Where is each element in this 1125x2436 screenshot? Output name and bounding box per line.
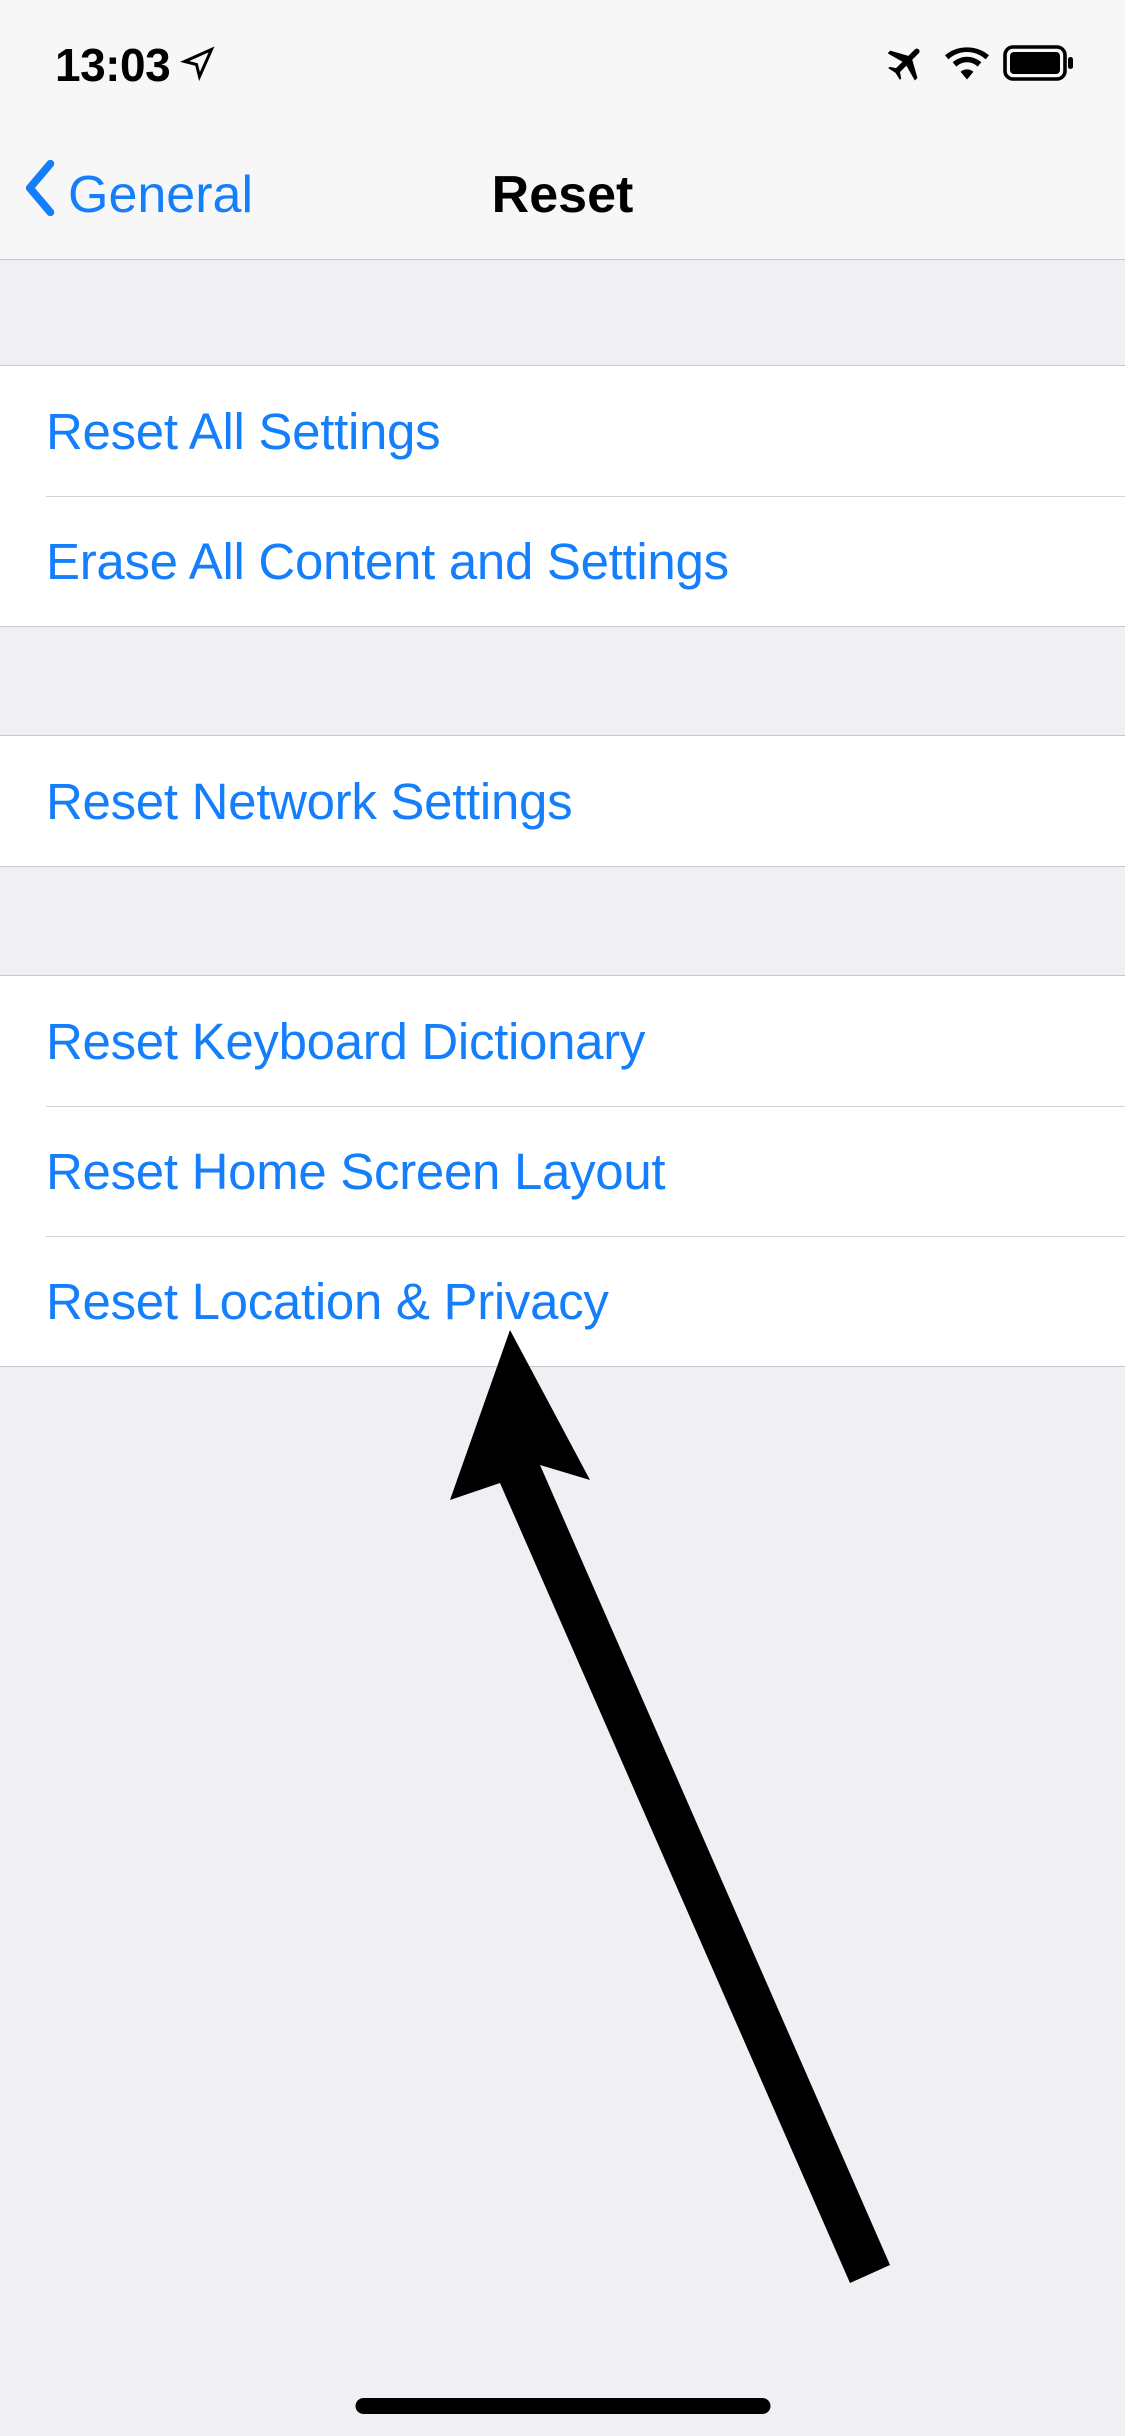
status-right — [887, 41, 1075, 90]
erase-all-content-and-settings-cell[interactable]: Erase All Content and Settings — [0, 496, 1125, 626]
status-time: 13:03 — [55, 38, 170, 92]
nav-bar: General Reset — [0, 130, 1125, 260]
group-spacer — [0, 260, 1125, 365]
back-button[interactable]: General — [22, 160, 253, 229]
location-services-icon — [180, 45, 216, 86]
chevron-left-icon — [22, 160, 60, 229]
reset-location-and-privacy-cell[interactable]: Reset Location & Privacy — [0, 1236, 1125, 1366]
reset-home-screen-layout-cell[interactable]: Reset Home Screen Layout — [0, 1106, 1125, 1236]
status-left: 13:03 — [55, 38, 216, 92]
group-spacer — [0, 867, 1125, 975]
cell-label: Erase All Content and Settings — [46, 532, 729, 591]
cell-label: Reset Home Screen Layout — [46, 1142, 665, 1201]
annotation-arrow-icon — [430, 1330, 980, 2295]
status-bar: 13:03 — [0, 0, 1125, 130]
wifi-icon — [945, 45, 989, 86]
airplane-mode-icon — [887, 41, 931, 90]
home-indicator[interactable] — [355, 2398, 770, 2414]
group-spacer — [0, 627, 1125, 735]
cell-group: Reset All Settings Erase All Content and… — [0, 365, 1125, 627]
cell-group: Reset Network Settings — [0, 735, 1125, 867]
cell-label: Reset Network Settings — [46, 772, 572, 831]
reset-network-settings-cell[interactable]: Reset Network Settings — [0, 736, 1125, 866]
cell-label: Reset Keyboard Dictionary — [46, 1012, 645, 1071]
cell-label: Reset Location & Privacy — [46, 1272, 609, 1331]
battery-icon — [1003, 45, 1075, 86]
reset-keyboard-dictionary-cell[interactable]: Reset Keyboard Dictionary — [0, 976, 1125, 1106]
cell-label: Reset All Settings — [46, 402, 440, 461]
back-label: General — [68, 165, 253, 225]
reset-all-settings-cell[interactable]: Reset All Settings — [0, 366, 1125, 496]
cell-group: Reset Keyboard Dictionary Reset Home Scr… — [0, 975, 1125, 1367]
